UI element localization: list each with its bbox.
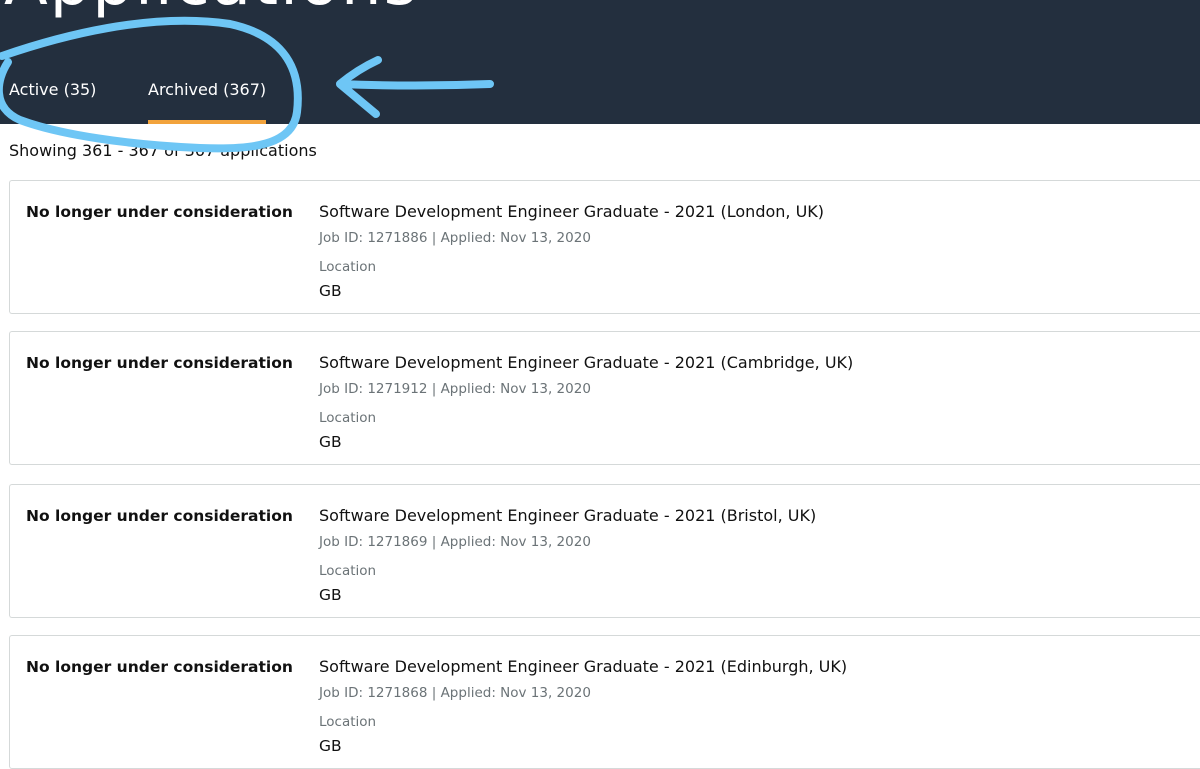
location-value: GB xyxy=(319,433,342,451)
application-status: No longer under consideration xyxy=(26,203,293,221)
page-header: Applications Active (35) Archived (367) xyxy=(0,0,1200,124)
job-title-link[interactable]: Software Development Engineer Graduate -… xyxy=(319,506,816,525)
application-status: No longer under consideration xyxy=(26,658,293,676)
location-value: GB xyxy=(319,586,342,604)
location-label: Location xyxy=(319,563,377,579)
location-label: Location xyxy=(319,259,377,275)
selected-tab-indicator xyxy=(148,120,266,124)
page-title: Applications xyxy=(4,0,419,20)
application-card[interactable]: No longer under consideration Software D… xyxy=(9,635,1200,769)
tab-archived[interactable]: Archived (367) xyxy=(148,80,266,99)
location-label: Location xyxy=(319,410,377,426)
tab-active[interactable]: Active (35) xyxy=(9,80,96,99)
job-meta: Job ID: 1271868 | Applied: Nov 13, 2020 xyxy=(319,685,591,701)
results-count: Showing 361 - 367 of 367 applications xyxy=(9,141,317,160)
location-label: Location xyxy=(319,714,377,730)
location-value: GB xyxy=(319,737,342,755)
job-title-link[interactable]: Software Development Engineer Graduate -… xyxy=(319,202,824,221)
location-value: GB xyxy=(319,282,342,300)
application-status: No longer under consideration xyxy=(26,507,293,525)
job-meta: Job ID: 1271912 | Applied: Nov 13, 2020 xyxy=(319,381,591,397)
application-status: No longer under consideration xyxy=(26,354,293,372)
job-title-link[interactable]: Software Development Engineer Graduate -… xyxy=(319,657,847,676)
job-title-link[interactable]: Software Development Engineer Graduate -… xyxy=(319,353,853,372)
application-card[interactable]: No longer under consideration Software D… xyxy=(9,484,1200,618)
job-meta: Job ID: 1271886 | Applied: Nov 13, 2020 xyxy=(319,230,591,246)
application-card[interactable]: No longer under consideration Software D… xyxy=(9,331,1200,465)
application-card[interactable]: No longer under consideration Software D… xyxy=(9,180,1200,314)
job-meta: Job ID: 1271869 | Applied: Nov 13, 2020 xyxy=(319,534,591,550)
